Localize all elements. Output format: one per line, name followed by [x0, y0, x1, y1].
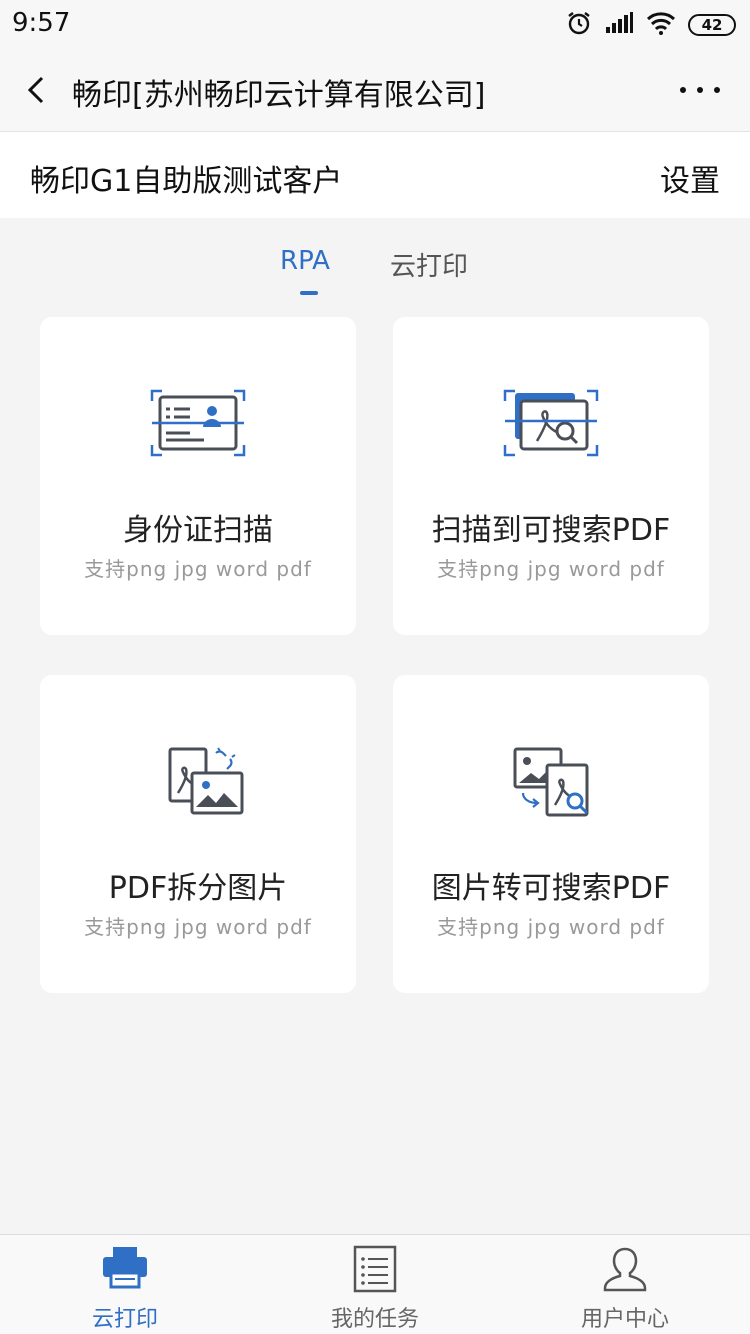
bottom-nav-label: 用户中心 — [580, 1307, 669, 1332]
status-time: 9:57 — [12, 8, 71, 38]
more-dot — [714, 87, 720, 93]
card-scan-searchable-pdf[interactable]: 扫描到可搜索PDF 支持png jpg word pdf — [393, 317, 709, 635]
wifi-icon — [646, 11, 676, 39]
tab-rpa[interactable]: RPA — [280, 246, 330, 276]
signal-icon — [604, 11, 634, 39]
alarm-icon — [566, 10, 592, 40]
more-button[interactable] — [680, 78, 720, 102]
card-pdf-split-images[interactable]: PDF拆分图片 支持png jpg word pdf — [40, 675, 356, 993]
more-dot — [680, 87, 686, 93]
active-tab-indicator — [300, 291, 318, 295]
bottom-nav-user-center[interactable]: 用户中心 — [500, 1235, 750, 1334]
page-title: 畅印[苏州畅印云计算有限公司] — [72, 78, 486, 113]
bottom-nav-label: 我的任务 — [330, 1307, 419, 1332]
image-to-searchable-pdf-icon — [513, 747, 589, 817]
tab-cloud-print[interactable]: 云打印 — [390, 246, 468, 283]
card-subtitle: 支持png jpg word pdf — [437, 557, 665, 581]
pdf-split-image-icon — [168, 747, 244, 815]
user-icon — [603, 1247, 647, 1292]
bottom-nav-label: 云打印 — [91, 1307, 158, 1332]
task-list-icon — [353, 1245, 397, 1293]
id-card-scan-icon — [150, 389, 246, 457]
card-image-searchable-pdf[interactable]: 图片转可搜索PDF 支持png jpg word pdf — [393, 675, 709, 993]
scan-searchable-pdf-icon — [503, 389, 599, 457]
settings-button[interactable]: 设置 — [660, 156, 720, 200]
card-title: 身份证扫描 — [123, 513, 273, 548]
nav-bar: 畅印[苏州畅印云计算有限公司] — [0, 48, 750, 132]
bottom-nav: 云打印 我的任务 用户中心 — [0, 1234, 750, 1334]
tab-bar: RPA 云打印 — [0, 240, 750, 300]
back-button[interactable] — [18, 70, 54, 110]
bottom-nav-my-tasks[interactable]: 我的任务 — [250, 1235, 500, 1334]
card-title: PDF拆分图片 — [108, 871, 288, 906]
status-bar: 9:57 42 — [0, 0, 750, 48]
battery-icon: 42 — [688, 14, 736, 36]
card-subtitle: 支持png jpg word pdf — [437, 915, 665, 939]
card-subtitle: 支持png jpg word pdf — [84, 557, 312, 581]
client-row: 畅印G1自助版测试客户 设置 — [0, 132, 750, 218]
client-name: 畅印G1自助版测试客户 — [30, 164, 343, 199]
card-title: 图片转可搜索PDF — [431, 871, 671, 906]
bottom-nav-cloud-print[interactable]: 云打印 — [0, 1235, 250, 1334]
more-dot — [697, 87, 703, 93]
card-id-scan[interactable]: 身份证扫描 支持png jpg word pdf — [40, 317, 356, 635]
card-subtitle: 支持png jpg word pdf — [84, 915, 312, 939]
chevron-left-icon — [27, 76, 44, 104]
printer-icon — [103, 1247, 147, 1289]
status-icons: 42 — [566, 10, 736, 40]
card-title: 扫描到可搜索PDF — [431, 513, 671, 548]
